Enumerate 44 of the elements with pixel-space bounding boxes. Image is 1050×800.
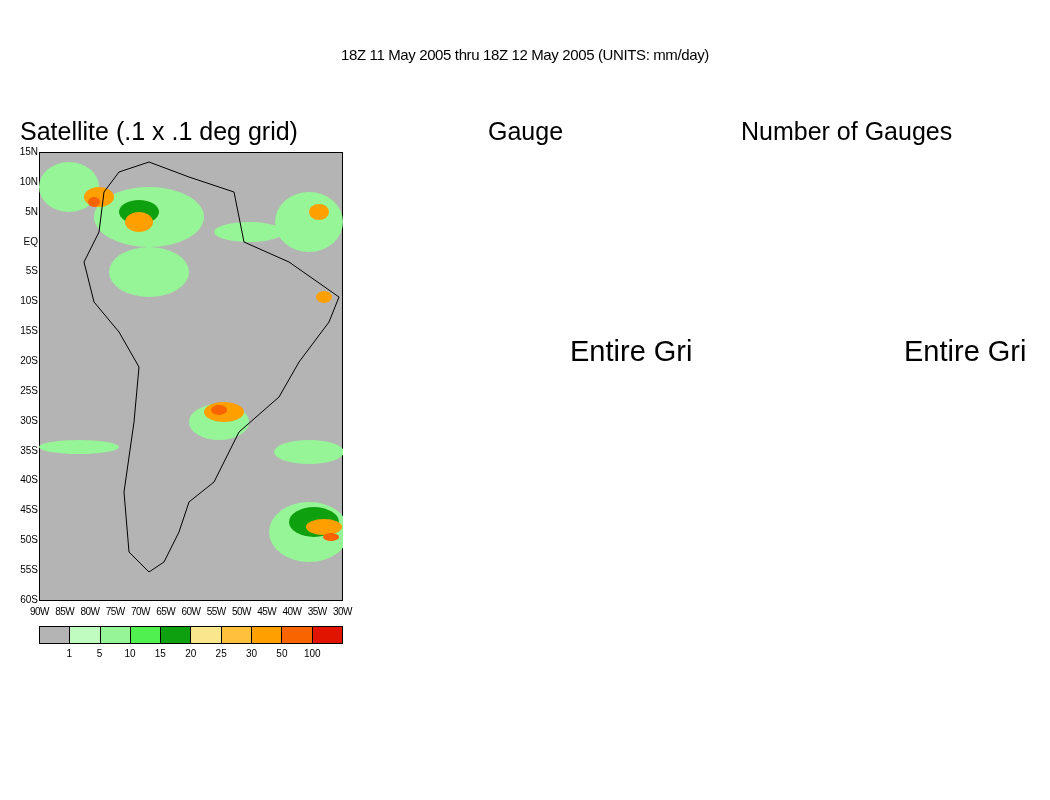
- longitude-label: 60W: [180, 605, 202, 619]
- longitude-label: 70W: [129, 605, 152, 619]
- panel-title: Number of Gauges: [741, 116, 953, 146]
- longitude-label: 55W: [205, 605, 227, 619]
- longitude-label: 50W: [230, 605, 253, 619]
- latitude-label: 50S: [20, 533, 38, 548]
- panel-title: Satellite (.1 x .1 deg grid): [20, 116, 298, 146]
- legend-label: 10: [124, 647, 136, 661]
- legend-label: 100: [303, 647, 321, 661]
- latitude-label: 10S: [20, 294, 38, 309]
- legend-label: 25: [215, 647, 227, 661]
- latitude-label: 10N: [19, 174, 38, 189]
- longitude-label: 40W: [281, 605, 303, 619]
- longitude-label: 80W: [79, 605, 101, 619]
- legend-label: 5: [96, 647, 103, 661]
- legend-label: 20: [185, 647, 197, 661]
- latitude-label: 25S: [20, 383, 38, 398]
- latitude-label: 60S: [20, 592, 38, 607]
- legend-label: 15: [154, 647, 166, 661]
- latitude-label: 15S: [20, 324, 38, 339]
- latitude-label: 45S: [20, 503, 38, 518]
- legend-label: 50: [276, 647, 288, 661]
- longitude-label: 90W: [28, 605, 51, 619]
- latitude-label: 5S: [25, 264, 38, 279]
- panel-message: Entire Gri: [570, 334, 693, 369]
- latitude-label: 30S: [20, 413, 38, 428]
- longitude-label: 45W: [256, 605, 278, 619]
- plot-title: 18Z 11 May 2005 thru 18Z 12 May 2005 (UNITS: mm/day): [341, 46, 709, 63]
- panel-title: Gauge: [488, 116, 564, 146]
- longitude-label: 35W: [306, 605, 328, 619]
- latitude-label: 20S: [20, 354, 38, 368]
- latitude-label: 40S: [20, 473, 38, 488]
- latitude-label: 5N: [25, 204, 38, 219]
- legend-label: 1: [66, 647, 72, 661]
- panel-message: Entire Gri: [904, 334, 1027, 369]
- latitude-label: 15N: [19, 145, 38, 159]
- legend-label: 30: [245, 647, 258, 661]
- longitude-label: 85W: [54, 605, 76, 619]
- latitude-label: 55S: [20, 563, 38, 578]
- longitude-label: 65W: [155, 605, 177, 619]
- latitude-label: 35S: [20, 443, 38, 458]
- longitude-label: 75W: [104, 605, 126, 619]
- longitude-label: 30W: [331, 605, 354, 619]
- latitude-label: EQ: [23, 234, 38, 249]
